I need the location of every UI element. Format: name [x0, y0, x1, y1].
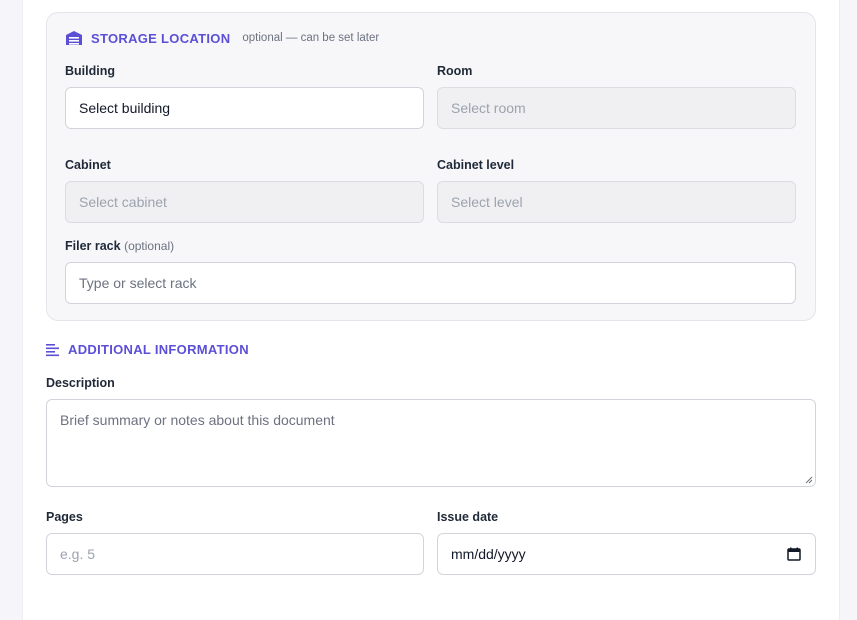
description-placeholder: Brief summary or notes about this docume…: [60, 412, 335, 428]
cabinet-select[interactable]: Select cabinet: [65, 181, 424, 223]
building-select-value: Select building: [79, 100, 171, 116]
description-textarea[interactable]: Brief summary or notes about this docume…: [46, 399, 816, 487]
storage-location-note: optional — can be set later: [242, 32, 380, 44]
warehouse-icon: [65, 30, 83, 46]
room-select[interactable]: Select room: [437, 87, 796, 129]
filer-rack-optional: (optional): [124, 239, 175, 253]
align-left-icon: [46, 343, 60, 357]
cabinet-select-placeholder: Select cabinet: [79, 194, 167, 210]
cabinet-level-select-placeholder: Select level: [451, 194, 523, 210]
pages-placeholder: e.g. 5: [60, 546, 96, 562]
storage-location-title: STORAGE LOCATION: [91, 30, 231, 46]
cabinet-label: Cabinet: [65, 158, 111, 172]
pages-input[interactable]: e.g. 5: [46, 533, 424, 575]
filer-rack-placeholder: Type or select rack: [79, 275, 197, 291]
building-label: Building: [65, 64, 115, 78]
cabinet-level-label: Cabinet level: [437, 158, 515, 172]
filer-rack-input[interactable]: Type or select rack: [65, 262, 796, 304]
additional-information-header: ADDITIONAL INFORMATION: [46, 342, 249, 357]
issue-date-label: Issue date: [437, 510, 499, 524]
filer-rack-label: Filer rack (optional): [65, 239, 174, 253]
room-select-placeholder: Select room: [451, 100, 526, 116]
resize-handle-icon[interactable]: [805, 476, 813, 484]
pages-label: Pages: [46, 510, 83, 524]
issue-date-value: mm/dd/yyyy: [451, 546, 526, 562]
calendar-icon[interactable]: [787, 547, 801, 561]
description-label: Description: [46, 376, 115, 390]
additional-information-title: ADDITIONAL INFORMATION: [68, 342, 249, 357]
building-select[interactable]: Select building: [65, 87, 424, 129]
filer-rack-label-text: Filer rack: [65, 239, 121, 253]
cabinet-level-select[interactable]: Select level: [437, 181, 796, 223]
issue-date-input[interactable]: mm/dd/yyyy: [437, 533, 816, 575]
room-label: Room: [437, 64, 473, 78]
storage-location-header: STORAGE LOCATION optional — can be set l…: [65, 30, 379, 46]
